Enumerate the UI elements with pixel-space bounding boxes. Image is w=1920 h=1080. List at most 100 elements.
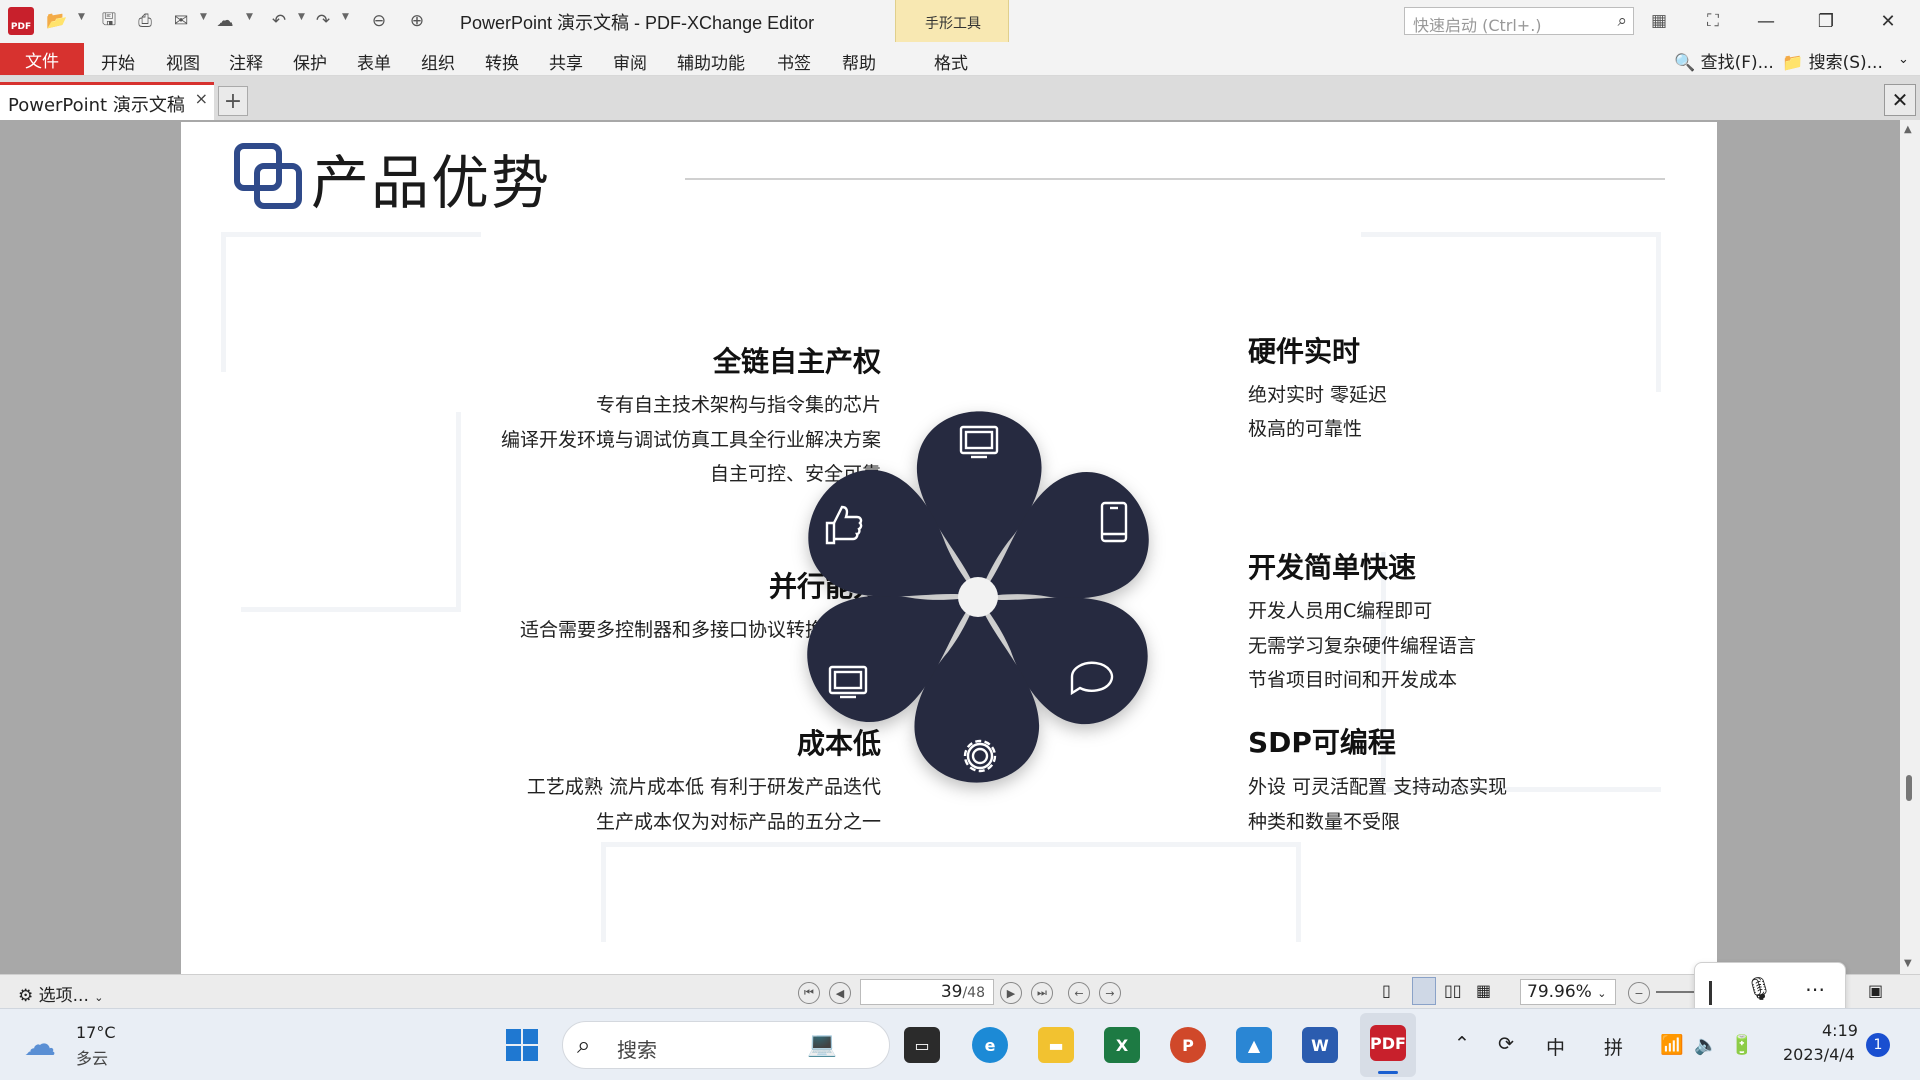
- close-tab-icon[interactable]: ×: [195, 89, 208, 108]
- feature-line: 种类和数量不受限: [1248, 811, 1401, 833]
- continuous-facing-icon[interactable]: ▦: [1476, 981, 1491, 1000]
- previous-view-button[interactable]: ←: [1068, 982, 1090, 1004]
- title-bar: PDF 📂 ▼ 🖫 ⎙ ✉ ▼ ☁ ▼ ↶ ▼ ↷ ▼ ⊖ ⊕ PowerPoi…: [0, 0, 1920, 76]
- search-button[interactable]: 📁 搜索(S)...: [1782, 48, 1883, 73]
- next-page-button[interactable]: ▶: [1000, 982, 1022, 1004]
- scroll-up-icon[interactable]: ▲: [1904, 124, 1912, 135]
- clock-time[interactable]: 4:19: [1822, 1021, 1858, 1040]
- single-page-icon[interactable]: ▯: [1382, 981, 1391, 1000]
- menu-organize[interactable]: 组织: [421, 49, 455, 74]
- battery-icon[interactable]: 🔋: [1730, 1033, 1754, 1056]
- feature-line: 外设 可灵活配置 支持动态实现: [1248, 776, 1508, 798]
- chevron-down-icon[interactable]: ▼: [78, 12, 85, 22]
- cloud-icon[interactable]: ☁: [212, 8, 238, 34]
- find-button[interactable]: 🔍 查找(F)...: [1674, 48, 1774, 73]
- menu-share[interactable]: 共享: [549, 49, 583, 74]
- excel-icon[interactable]: X: [1104, 1027, 1140, 1063]
- back-icon[interactable]: ⊖: [366, 8, 392, 34]
- windows-start-icon[interactable]: [504, 1027, 540, 1063]
- panel-toggle-icon[interactable]: ▣: [1868, 981, 1883, 1000]
- menu-review[interactable]: 审阅: [613, 49, 647, 74]
- options-button[interactable]: ⚙ 选项... ⌄: [18, 981, 104, 1006]
- app-logo-icon: PDF: [8, 7, 34, 35]
- open-folder-icon[interactable]: 📂: [44, 8, 70, 34]
- taskbar-search-label: 搜索: [617, 1038, 657, 1062]
- pdf-xchange-taskbar-button[interactable]: PDF: [1360, 1013, 1416, 1077]
- scroll-down-icon[interactable]: ▼: [1904, 958, 1912, 969]
- zoom-slider[interactable]: [1656, 991, 1696, 993]
- last-page-button[interactable]: ⏭: [1031, 982, 1053, 1004]
- microphone-icon[interactable]: 🎙: [1745, 977, 1773, 1002]
- weather-description[interactable]: 多云: [76, 1045, 108, 1069]
- previous-page-button[interactable]: ◀: [829, 982, 851, 1004]
- menu-format[interactable]: 格式: [934, 49, 968, 74]
- first-page-button[interactable]: ⏮: [798, 982, 820, 1004]
- powerpoint-icon[interactable]: P: [1170, 1027, 1206, 1063]
- save-icon[interactable]: 🖫: [96, 8, 122, 34]
- close-document-button[interactable]: ✕: [1884, 84, 1916, 116]
- chevron-down-icon[interactable]: ▼: [298, 12, 305, 22]
- new-tab-button[interactable]: +: [218, 86, 248, 116]
- ime-mode[interactable]: 拼: [1604, 1033, 1623, 1060]
- volume-icon[interactable]: 🔈: [1694, 1033, 1718, 1056]
- more-options-icon[interactable]: ⋯: [1805, 977, 1825, 1001]
- weather-temperature[interactable]: 17°C: [76, 1023, 116, 1042]
- notification-badge[interactable]: 1: [1866, 1033, 1890, 1057]
- sync-icon[interactable]: ⟳: [1498, 1033, 1514, 1055]
- print-icon[interactable]: ⎙: [132, 8, 158, 34]
- active-indicator: [1378, 1071, 1398, 1074]
- chevron-down-icon[interactable]: ▼: [342, 12, 349, 22]
- edge-browser-icon[interactable]: e: [972, 1027, 1008, 1063]
- menu-accessibility[interactable]: 辅助功能: [677, 49, 745, 74]
- chevron-up-icon[interactable]: ⌃: [1454, 1033, 1470, 1055]
- email-icon[interactable]: ✉: [168, 8, 194, 34]
- menu-help[interactable]: 帮助: [842, 49, 876, 74]
- search-highlight-icon: 💻: [807, 1030, 837, 1058]
- menu-comment[interactable]: 注释: [229, 49, 263, 74]
- taskbar: ☁ 17°C 多云 ⌕ 搜索 💻 ▭ e ▬ X P ▲ W PDF ⌃ ⟳ 中…: [0, 1008, 1920, 1080]
- taskbar-search-box[interactable]: ⌕ 搜索 💻: [562, 1021, 890, 1069]
- ui-options-icon[interactable]: ▦: [1646, 8, 1672, 34]
- quick-launch-input[interactable]: 快速启动 (Ctrl+.) ⌕: [1404, 7, 1634, 35]
- menu-bookmarks[interactable]: 书签: [777, 49, 811, 74]
- menu-home[interactable]: 开始: [101, 49, 135, 74]
- undo-icon[interactable]: ↶: [266, 8, 292, 34]
- facing-pages-icon[interactable]: ▯▯: [1444, 981, 1462, 1000]
- menu-view[interactable]: 视图: [166, 49, 200, 74]
- task-view-icon[interactable]: ▭: [904, 1027, 940, 1063]
- ime-language[interactable]: 中: [1546, 1033, 1565, 1060]
- close-window-button[interactable]: ✕: [1858, 0, 1918, 42]
- tab-document[interactable]: PowerPoint 演示文稿 ×: [0, 82, 214, 120]
- minimize-button[interactable]: —: [1736, 0, 1796, 42]
- menu-form[interactable]: 表单: [357, 49, 391, 74]
- weather-cloud-icon[interactable]: ☁: [24, 1025, 56, 1063]
- menu-convert[interactable]: 转换: [485, 49, 519, 74]
- menu-protect[interactable]: 保护: [293, 49, 327, 74]
- restore-button[interactable]: ❐: [1796, 0, 1856, 42]
- clock-date[interactable]: 2023/4/4: [1783, 1045, 1855, 1064]
- photos-icon[interactable]: ▲: [1236, 1027, 1272, 1063]
- forward-icon[interactable]: ⊕: [404, 8, 430, 34]
- wifi-icon[interactable]: 📶: [1660, 1033, 1684, 1056]
- file-explorer-icon[interactable]: ▬: [1038, 1027, 1074, 1063]
- continuous-page-icon[interactable]: [1412, 977, 1436, 1005]
- next-view-button[interactable]: →: [1099, 982, 1121, 1004]
- vertical-scrollbar[interactable]: ▲ ▼: [1900, 120, 1920, 974]
- document-viewport[interactable]: 产品优势 全链自主产权 专有自主技术架构与指令集的芯片 编译开发环境与调试仿真工…: [0, 120, 1900, 974]
- options-label: 选项...: [38, 986, 89, 1006]
- search-icon: ⌕: [577, 1031, 591, 1059]
- zoom-out-button[interactable]: −: [1628, 982, 1650, 1004]
- search-icon[interactable]: ⌕: [1617, 11, 1627, 31]
- fullscreen-icon[interactable]: ⛶: [1700, 8, 1726, 34]
- pdf-xchange-icon: PDF: [1370, 1025, 1406, 1061]
- scroll-thumb[interactable]: [1906, 775, 1912, 801]
- page-number-input[interactable]: 39/48: [860, 979, 994, 1005]
- chevron-down-icon[interactable]: ▼: [200, 12, 207, 22]
- ribbon-collapse-icon[interactable]: ⌄: [1898, 52, 1909, 67]
- chevron-down-icon[interactable]: ▼: [246, 12, 253, 22]
- menu-file[interactable]: 文件: [0, 43, 84, 75]
- redo-icon[interactable]: ↷: [310, 8, 336, 34]
- feature-heading: 开发简单快速: [1248, 551, 1417, 584]
- zoom-select[interactable]: 79.96% ⌄: [1520, 979, 1616, 1005]
- word-icon[interactable]: W: [1302, 1027, 1338, 1063]
